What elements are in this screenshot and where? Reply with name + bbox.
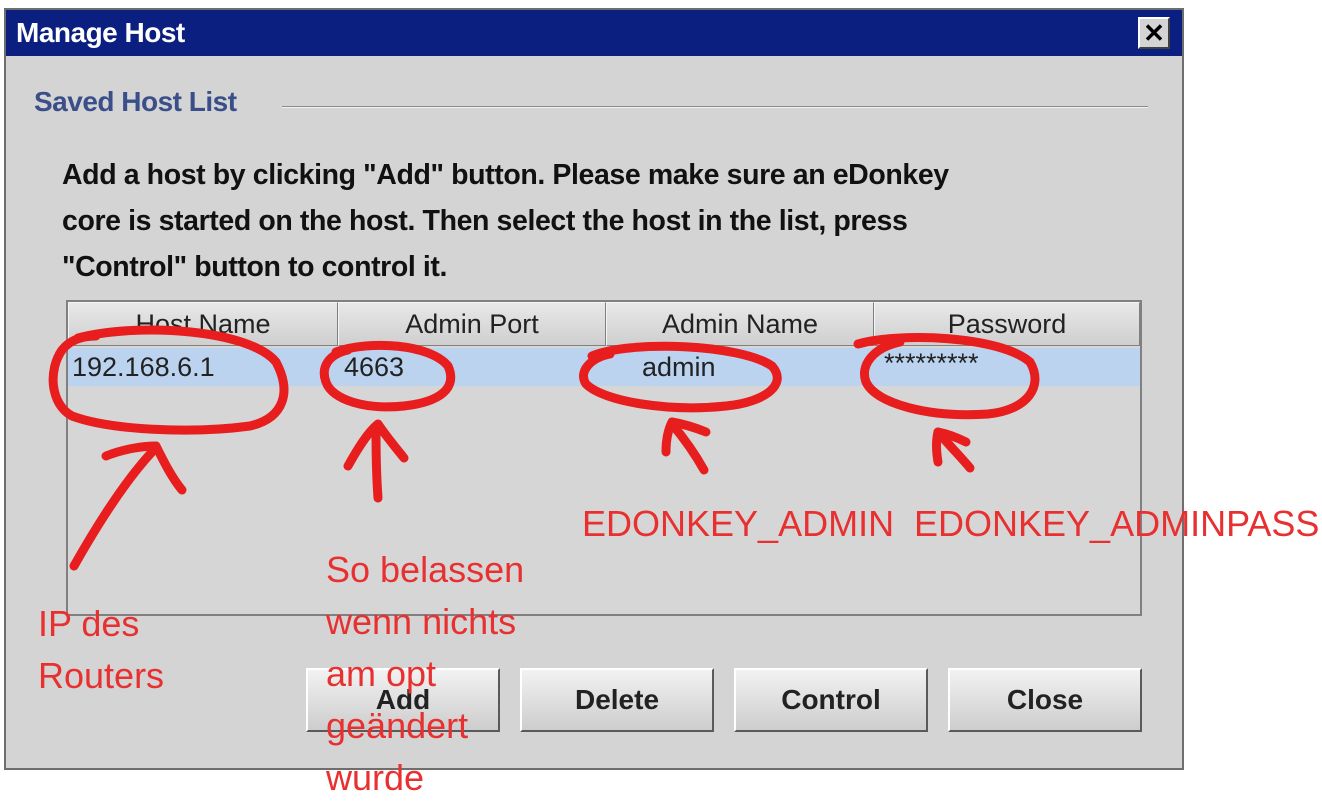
close-button-label: Close [1006, 684, 1084, 715]
annotation-line: am opt [326, 653, 437, 694]
instruction-line: core is started on the host. Then select… [62, 205, 908, 237]
control-button[interactable]: Control [734, 668, 928, 732]
instruction-line: Add a host by clicking "Add" button. Ple… [62, 159, 949, 191]
annotation-line: wurde [326, 757, 425, 798]
annotation-pass-text: EDONKEY_ADMINPASS [914, 503, 1320, 544]
close-window-button[interactable]: ✕ [1138, 17, 1170, 49]
annotation-line: Routers [38, 655, 165, 696]
instruction-line: "Control" button to control it. [62, 251, 448, 283]
annotation-line: wenn nichts [326, 601, 517, 642]
title-bar[interactable]: Manage Host ✕ [6, 10, 1182, 56]
instructions-text: Add a host by clicking "Add" button. Ple… [62, 152, 1122, 290]
group-divider [282, 106, 1148, 108]
control-button-label: Control [781, 684, 881, 715]
cell-admin-port: 4663 [344, 352, 405, 382]
column-header-host-name[interactable]: Host Name [68, 302, 338, 346]
column-header-password[interactable]: Password [874, 302, 1140, 346]
annotation-line: So belassen [326, 549, 525, 590]
close-button[interactable]: Close [948, 668, 1142, 732]
column-header-admin-port[interactable]: Admin Port [338, 302, 606, 346]
annotation-line: geändert [326, 705, 469, 746]
group-title: Saved Host List [34, 86, 237, 117]
delete-button-label: Delete [574, 684, 660, 715]
annotation-admin-text: EDONKEY_ADMIN [582, 503, 895, 544]
table-header: Host Name Admin Port Admin Name Password [68, 302, 1140, 346]
cell-host-name: 192.168.6.1 [72, 352, 215, 382]
cell-admin-name: admin [642, 352, 716, 382]
table-row[interactable]: 192.168.6.1 4663 admin ********* [68, 348, 1140, 386]
window-title: Manage Host [16, 17, 185, 48]
annotation-line: IP des [38, 603, 140, 644]
annotation-ip-text: IP des Routers [38, 598, 164, 702]
column-header-admin-name[interactable]: Admin Name [606, 302, 874, 346]
host-table[interactable]: Host Name Admin Port Admin Name Password… [66, 300, 1142, 616]
cell-password: ********* [884, 348, 979, 378]
delete-button[interactable]: Delete [520, 668, 714, 732]
close-icon: ✕ [1143, 18, 1165, 48]
annotation-port-text: So belassen wenn nichts am opt geändert … [326, 544, 524, 804]
